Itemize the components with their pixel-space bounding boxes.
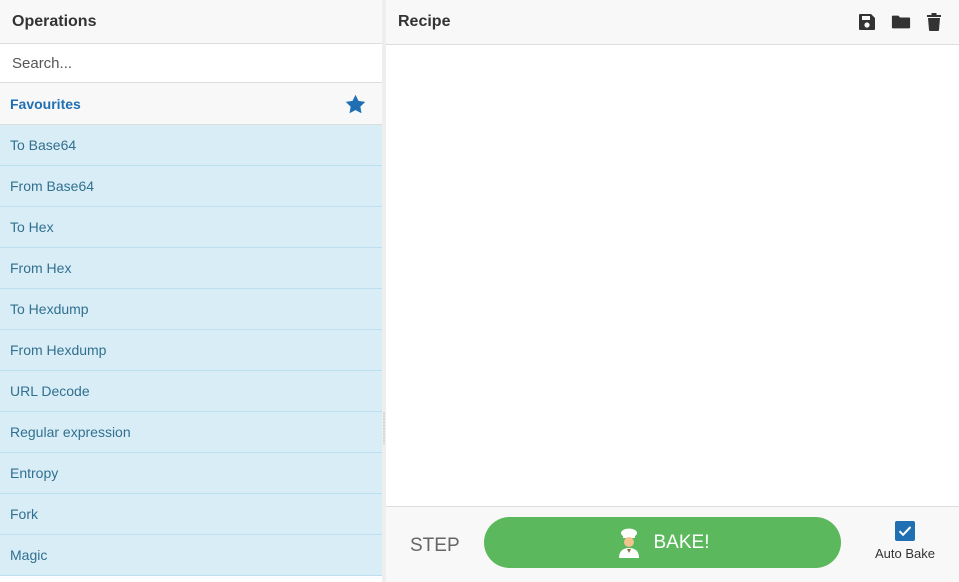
resize-grip-icon (383, 412, 385, 444)
operation-from-hex[interactable]: From Hex (0, 248, 382, 289)
recipe-toolbar (857, 12, 945, 32)
folder-icon[interactable] (891, 12, 911, 32)
save-icon[interactable] (857, 12, 877, 32)
chef-icon (616, 528, 642, 558)
operation-fork[interactable]: Fork (0, 494, 382, 535)
bake-label: BAKE! (653, 531, 710, 553)
auto-bake-label: Auto Bake (875, 546, 935, 561)
operation-to-base64[interactable]: To Base64 (0, 125, 382, 166)
operations-panel: Operations Favourites To Base64 From Bas… (0, 0, 382, 582)
operation-from-base64[interactable]: From Base64 (0, 166, 382, 207)
star-icon (345, 94, 366, 114)
recipe-drop-area[interactable] (386, 45, 959, 506)
controls-bar: STEP BAKE! Auto Bake (386, 506, 959, 582)
operations-list: To Base64 From Base64 To Hex From Hex To… (0, 125, 382, 576)
trash-icon[interactable] (925, 12, 945, 32)
search-box (0, 44, 382, 83)
operation-magic[interactable]: Magic (0, 535, 382, 576)
operation-to-hex[interactable]: To Hex (0, 207, 382, 248)
operation-regular-expression[interactable]: Regular expression (0, 412, 382, 453)
bake-button[interactable]: BAKE! (484, 517, 841, 568)
operation-to-hexdump[interactable]: To Hexdump (0, 289, 382, 330)
auto-bake-toggle[interactable]: Auto Bake (870, 521, 940, 561)
operation-url-decode[interactable]: URL Decode (0, 371, 382, 412)
recipe-panel: Recipe STEP BAKE! Auto Bake (386, 0, 959, 582)
step-button[interactable]: STEP (410, 535, 460, 557)
favourites-category[interactable]: Favourites (0, 83, 382, 125)
favourites-label: Favourites (10, 95, 81, 112)
operations-title: Operations (0, 0, 382, 44)
auto-bake-checkbox[interactable] (895, 521, 915, 541)
operation-from-hexdump[interactable]: From Hexdump (0, 330, 382, 371)
recipe-header: Recipe (386, 0, 959, 45)
recipe-title: Recipe (398, 13, 451, 30)
operation-entropy[interactable]: Entropy (0, 453, 382, 494)
checkmark-icon (898, 526, 912, 537)
search-input[interactable] (10, 53, 374, 73)
